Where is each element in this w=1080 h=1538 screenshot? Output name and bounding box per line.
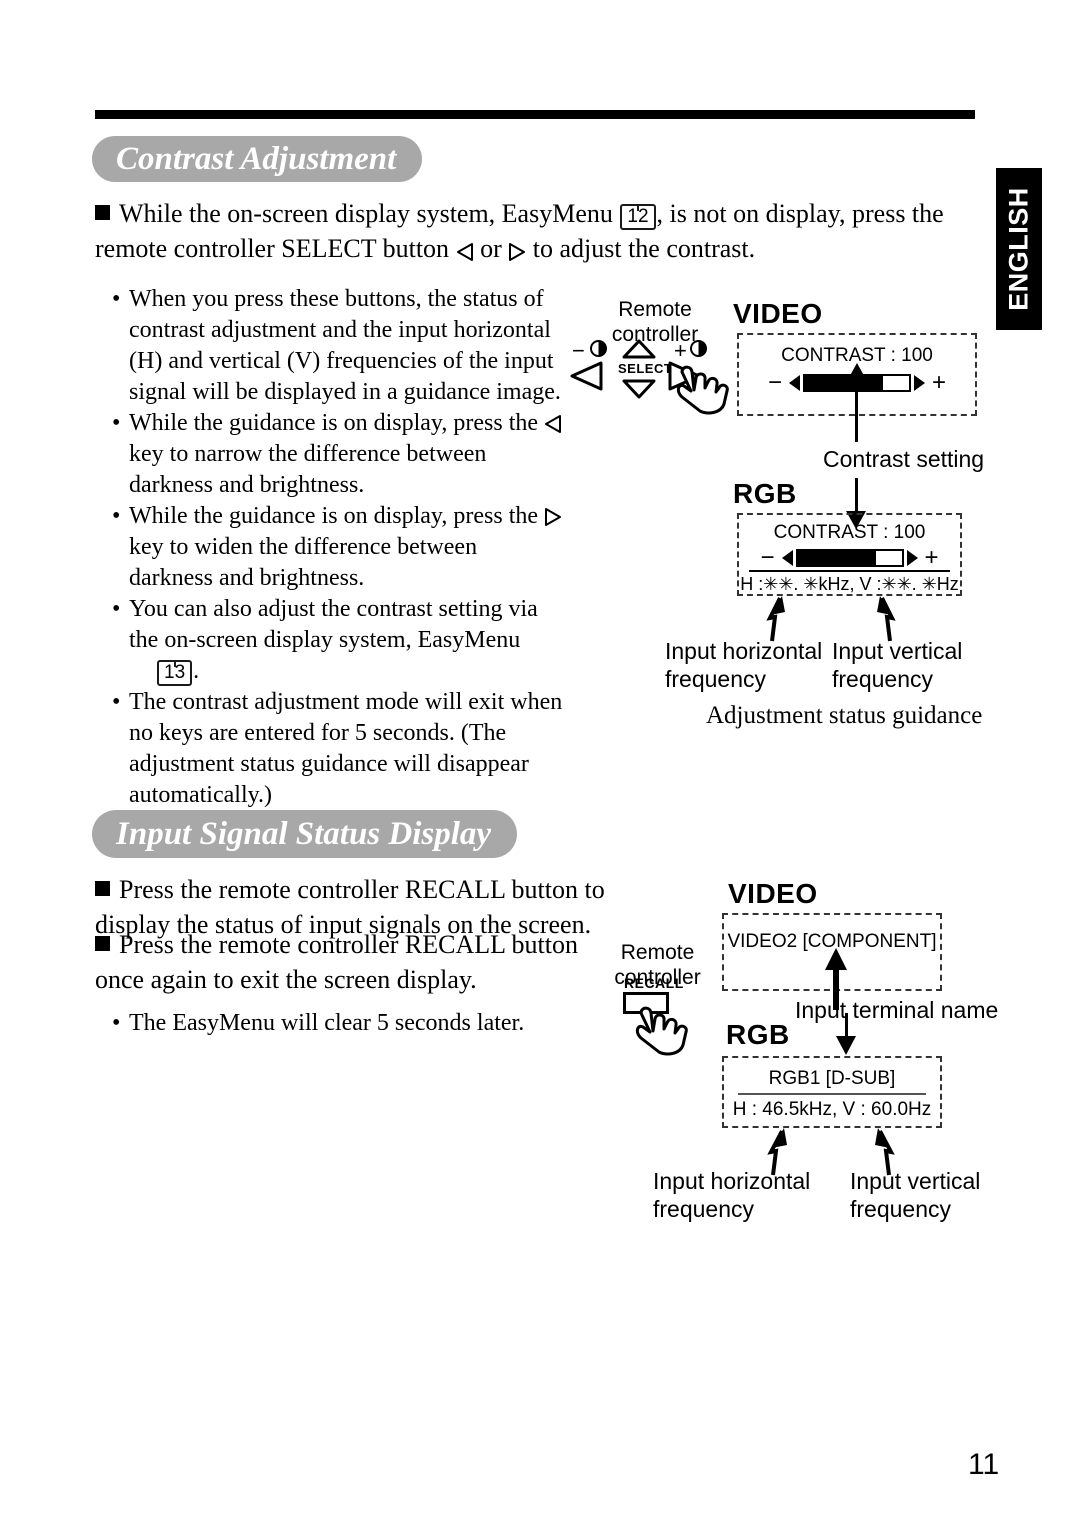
slider-bar-group	[781, 549, 919, 567]
manual-page: ENGLISH Contrast Adjustment While the on…	[0, 0, 1080, 1538]
slider-plus-sign: +	[932, 369, 947, 396]
video-mode-heading: VIDEO	[733, 298, 823, 329]
dot-bullet-icon: •	[112, 286, 121, 312]
input-signal-item-2: Press the remote controller RECALL butto…	[95, 927, 595, 997]
slider-right-arrow-icon	[914, 375, 925, 391]
contrast-half-circle-icon-minus	[590, 340, 607, 357]
rgb-mode-heading: RGB	[733, 478, 797, 509]
slider-minus-sign: −	[767, 369, 782, 396]
pointing-hand-icon	[672, 352, 734, 421]
list-item: • While the guidance is on display, pres…	[112, 408, 567, 501]
select-down-key-icon[interactable]	[621, 378, 657, 405]
pointing-hand-icon-2	[633, 995, 691, 1062]
rgb-frequency-value: H :✳✳. ✳kHz, V :✳✳. ✳Hz	[740, 574, 959, 594]
dot-bullet-icon: •	[112, 689, 121, 715]
select-label: SELECT	[618, 361, 673, 376]
section-title-contrast-adjustment: Contrast Adjustment	[92, 136, 423, 182]
callout-input-vertical-frequency: Input vertical frequency	[832, 637, 962, 693]
list-item: • You can also adjust the contrast setti…	[112, 594, 567, 687]
callout-line2: frequency	[665, 666, 767, 692]
language-tab-label: ENGLISH	[1003, 187, 1034, 311]
contrast-lead-mid: or	[473, 234, 509, 263]
callout-line1: Input vertical	[832, 638, 963, 664]
callout-line1: Input vertical	[850, 1168, 981, 1194]
rgb-contrast-slider[interactable]: − +	[739, 544, 960, 571]
section-title-text: Contrast Adjustment	[116, 140, 397, 177]
list-item-text: While the guidance is on display, press …	[129, 408, 567, 501]
select-right-triangle-icon	[544, 507, 562, 527]
section-title-text: Input Signal Status Display	[116, 815, 492, 852]
slider-fill	[805, 376, 883, 390]
page-reference-icon-12: 12	[620, 203, 656, 230]
select-right-triangle-icon	[508, 242, 526, 262]
list-item-text: The contrast adjustment mode will exit w…	[129, 689, 563, 808]
slider-plus-sign: +	[924, 544, 939, 571]
dot-bullet-icon: •	[112, 1010, 121, 1036]
list-item-text: You can also adjust the contrast setting…	[129, 594, 567, 687]
remote-controller-caption-line1: Remote	[620, 941, 695, 964]
slider-minus-sign: −	[760, 544, 775, 571]
list-item: • The contrast adjustment mode will exit…	[112, 687, 567, 811]
callout-input-vertical-frequency-2: Input vertical frequency	[850, 1167, 980, 1223]
page-reference-icon-13: 13	[157, 659, 193, 686]
contrast-notes-list: • When you press these buttons, the stat…	[112, 284, 567, 811]
list-item-text: When you press these buttons, the status…	[129, 286, 561, 405]
rgb-contrast-value: CONTRAST : 100	[773, 522, 926, 543]
callout-adjustment-status-guidance: Adjustment status guidance	[706, 702, 983, 729]
slider-fill	[797, 551, 876, 565]
select-left-key-icon[interactable]	[568, 360, 604, 397]
square-bullet-icon	[95, 880, 110, 896]
square-bullet-icon	[95, 204, 110, 220]
dot-bullet-icon: •	[112, 503, 121, 529]
list-item: • While the guidance is on display, pres…	[112, 501, 567, 594]
list-item: • The EasyMenu will clear 5 seconds late…	[112, 1008, 582, 1039]
callout-contrast-setting: Contrast setting	[823, 446, 985, 472]
rgb-osd-divider	[749, 570, 950, 572]
list-item: • When you press these buttons, the stat…	[112, 284, 567, 408]
contrast-setting-connector-up	[855, 380, 858, 442]
callout-input-horizontal-frequency: Input horizontal frequency	[665, 637, 822, 693]
language-tab-english: ENGLISH	[996, 168, 1042, 330]
input-signal-notes-list: • The EasyMenu will clear 5 seconds late…	[112, 1008, 582, 1039]
contrast-lead-before: While the on-screen display system, Easy…	[119, 199, 620, 228]
recall-key-label: RECALL	[624, 975, 684, 991]
callout-input-terminal-name: Input terminal name	[795, 997, 999, 1023]
list-item-text: The EasyMenu will clear 5 seconds later.	[129, 1010, 525, 1036]
callout-line2: frequency	[653, 1196, 755, 1222]
square-bullet-icon	[95, 935, 110, 951]
select-left-triangle-icon	[544, 414, 562, 434]
callout-line2: frequency	[850, 1196, 952, 1222]
rgb-osd-divider-2	[738, 1093, 926, 1095]
dot-bullet-icon: •	[112, 596, 121, 622]
rgb-contrast-osd-box: CONTRAST : 100 − + H :✳✳. ✳kHz, V :✳✳. ✳…	[737, 513, 962, 596]
rgb-mode-heading-2: RGB	[726, 1019, 790, 1050]
callout-line2: frequency	[832, 666, 934, 692]
remote-controller-caption-line1: Remote	[618, 298, 692, 321]
list-item-text: While the guidance is on display, press …	[129, 501, 567, 594]
contrast-lead-tail: to adjust the contrast.	[526, 234, 756, 263]
slider-left-arrow-icon	[789, 375, 800, 391]
rgb-terminal-osd-box: RGB1 [D-SUB] H : 46.5kHz, V : 60.0Hz	[722, 1056, 942, 1128]
slider-left-arrow-icon	[781, 550, 793, 566]
section-title-input-signal-status-display: Input Signal Status Display	[92, 810, 518, 858]
select-left-triangle-icon	[456, 242, 474, 262]
contrast-lead-paragraph: While the on-screen display system, Easy…	[95, 196, 965, 266]
list-item-period: .	[193, 658, 200, 684]
list-item-sentence: You can also adjust the contrast setting…	[129, 596, 538, 653]
slider-track	[795, 549, 904, 567]
page-number: 11	[968, 1448, 1000, 1481]
header-rule	[95, 110, 975, 119]
video-mode-heading-2: VIDEO	[728, 878, 818, 909]
callout-line1: Input horizontal	[653, 1168, 811, 1194]
callout-input-horizontal-frequency-2: Input horizontal frequency	[653, 1167, 810, 1223]
slider-right-arrow-icon	[906, 550, 918, 566]
dot-bullet-icon: •	[112, 410, 121, 436]
input-signal-item-2-text: Press the remote controller RECALL butto…	[95, 930, 578, 994]
callout-line1: Input horizontal	[665, 638, 823, 664]
rgb-frequency-value-2: H : 46.5kHz, V : 60.0Hz	[732, 1099, 932, 1120]
rgb-terminal-name: RGB1 [D-SUB]	[768, 1068, 896, 1089]
